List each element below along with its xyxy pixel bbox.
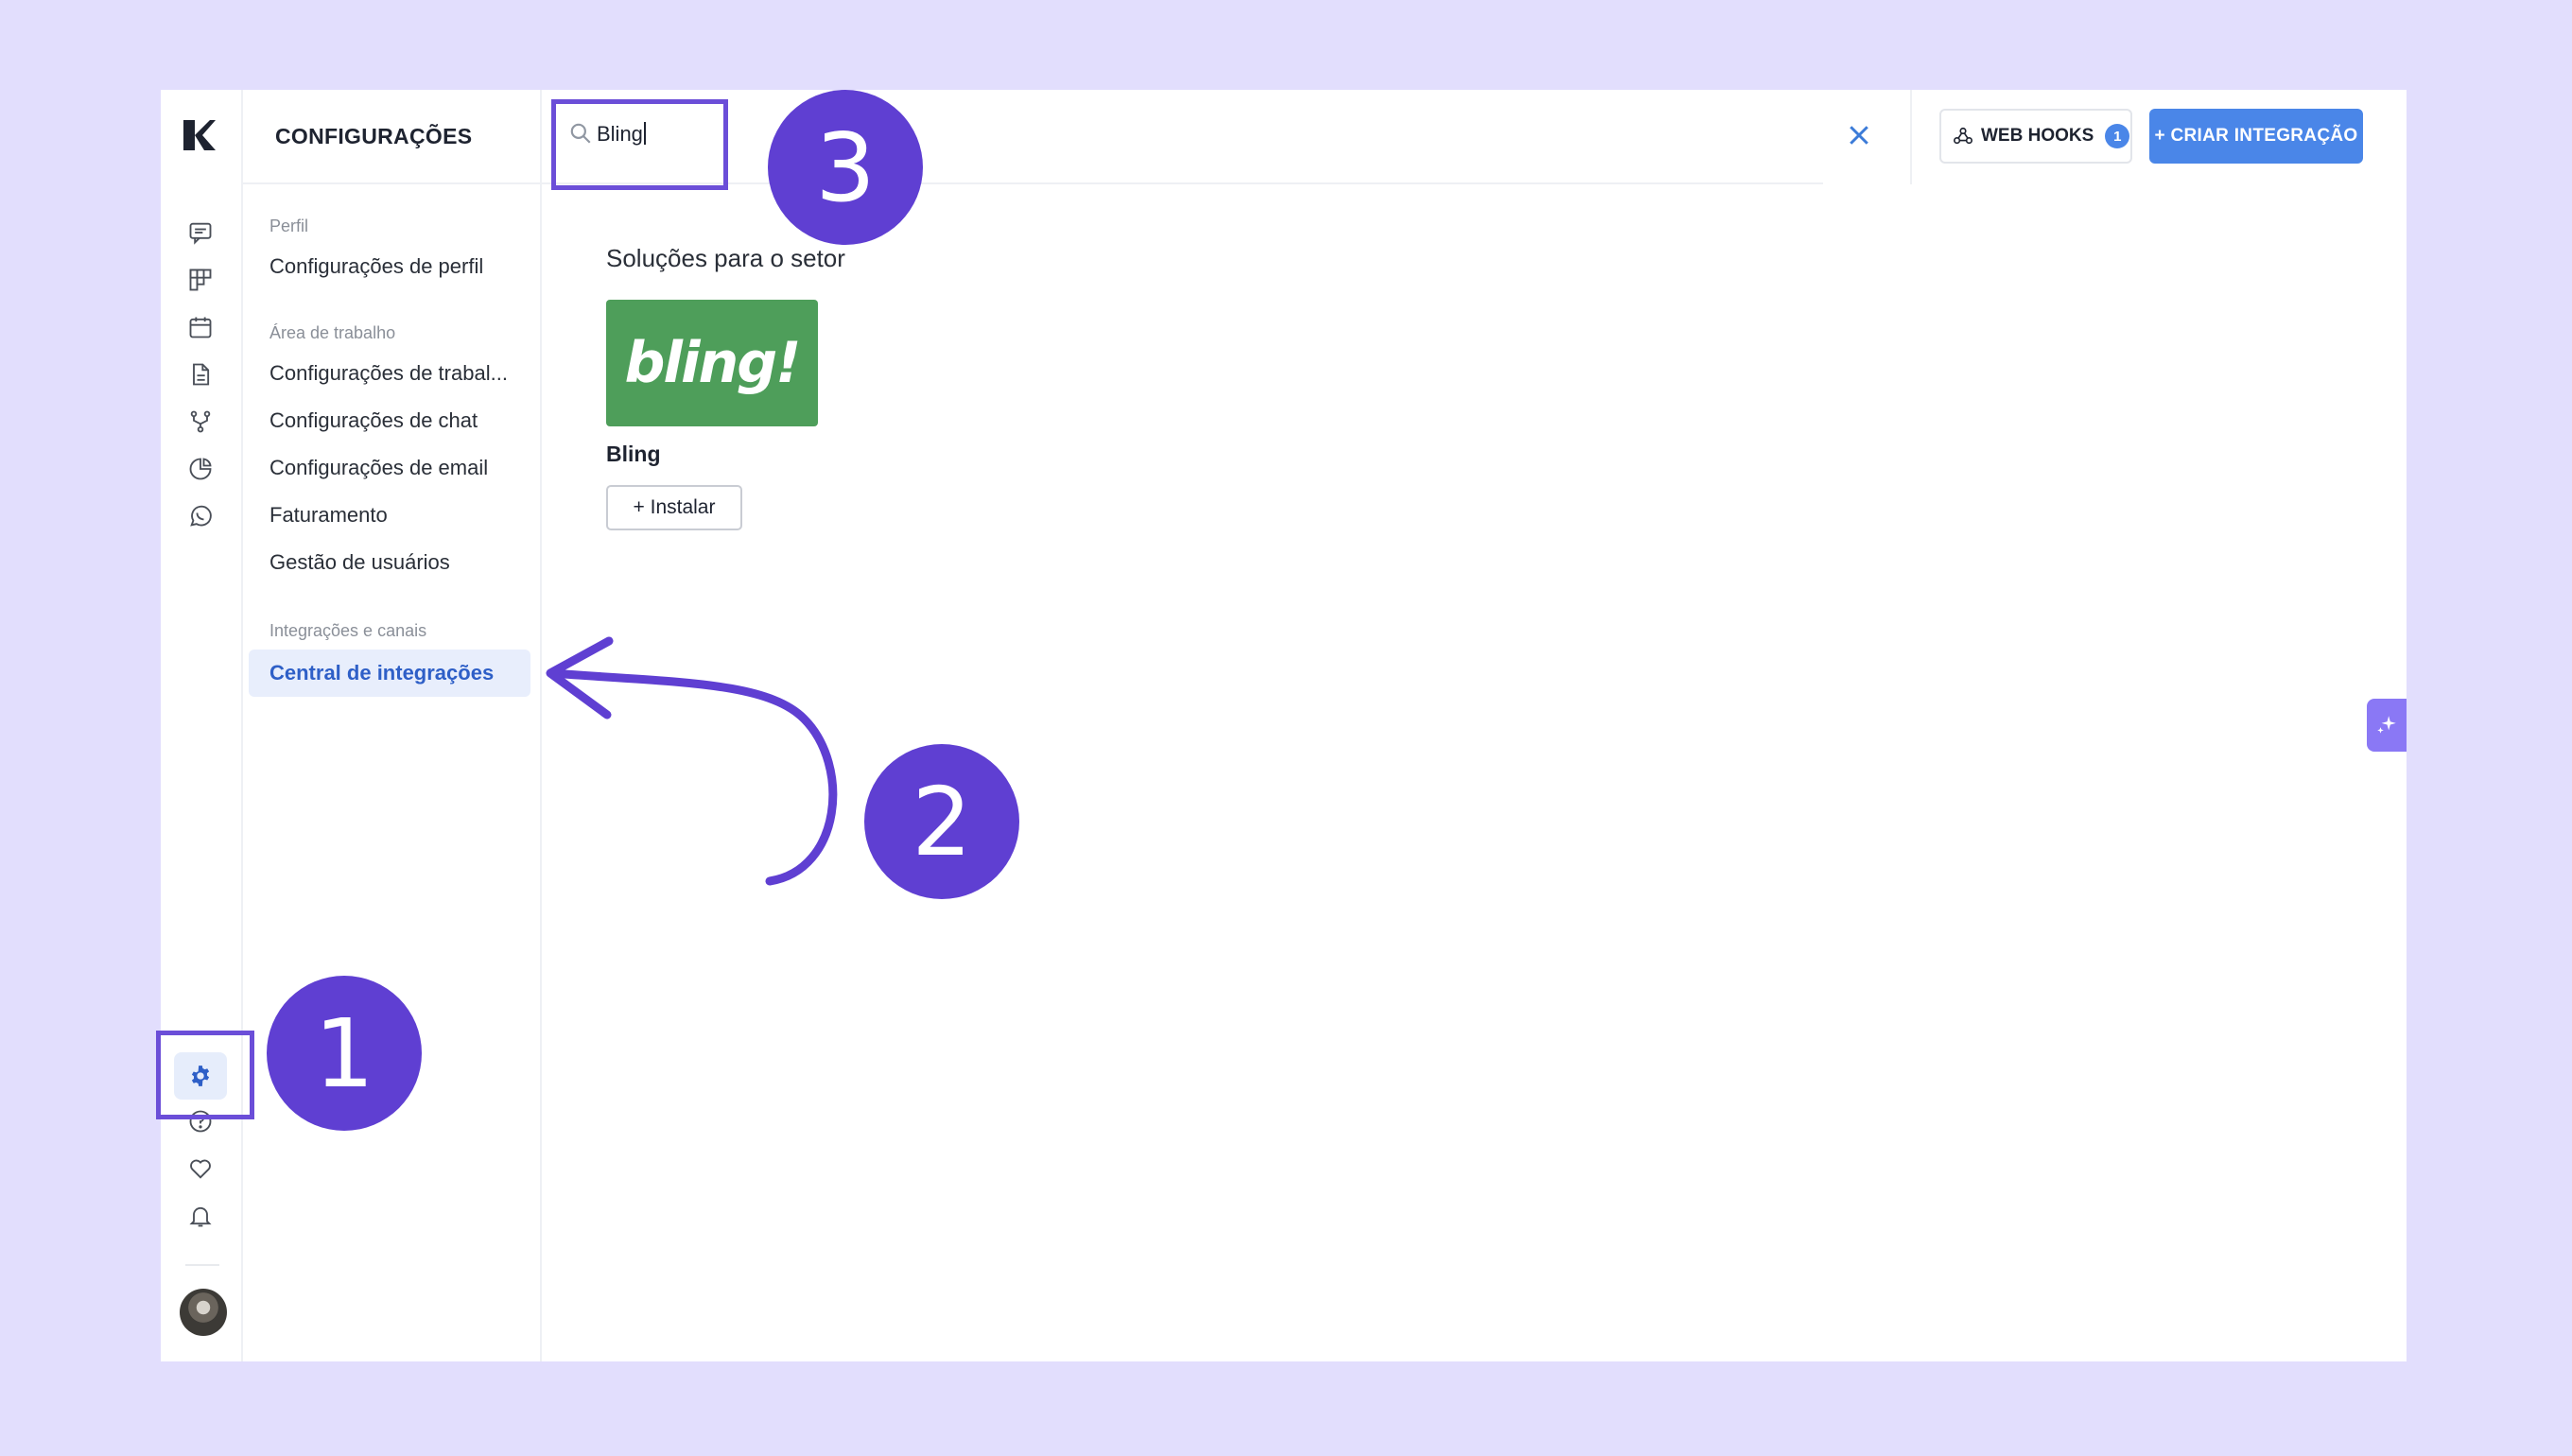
webhooks-count-badge: 1 <box>2105 124 2130 148</box>
search-bar: Bling <box>542 90 1868 184</box>
webhook-icon <box>1954 127 1972 145</box>
step-1-marker: 1 <box>267 976 422 1131</box>
section-heading: Soluções para o setor <box>606 244 845 272</box>
ai-assistant-button[interactable] <box>2367 699 2407 752</box>
bell-icon[interactable] <box>185 1201 216 1231</box>
toolbar-divider <box>1910 90 1912 184</box>
webhooks-button[interactable]: WEB HOOKS 1 <box>1939 109 2132 164</box>
kanban-icon[interactable] <box>185 265 216 295</box>
chat-icon[interactable] <box>185 217 216 248</box>
app-window: CONFIGURAÇÕES Perfil Configurações de pe… <box>161 90 2407 1361</box>
webhooks-label: WEB HOOKS <box>1981 126 2094 146</box>
settings-sidebar: CONFIGURAÇÕES Perfil Configurações de pe… <box>243 90 542 1361</box>
integration-name: Bling <box>606 442 661 466</box>
close-icon[interactable] <box>1845 121 1873 149</box>
nav-item-integrations-hub[interactable]: Central de integrações <box>249 650 530 697</box>
nav-item-chat-settings[interactable]: Configurações de chat <box>269 408 478 433</box>
pie-chart-icon[interactable] <box>185 454 216 484</box>
nav-item-workspace-settings[interactable]: Configurações de trabal... <box>269 361 508 386</box>
whatsapp-icon[interactable] <box>185 501 216 531</box>
bling-logo[interactable]: bling! <box>606 300 818 426</box>
calendar-icon[interactable] <box>185 312 216 342</box>
rail-divider <box>185 1264 219 1266</box>
settings-header: CONFIGURAÇÕES <box>243 90 540 184</box>
heart-icon[interactable] <box>185 1153 216 1184</box>
install-button[interactable]: + Instalar <box>606 485 742 530</box>
section-label-perfil: Perfil <box>269 217 309 235</box>
avatar[interactable] <box>180 1289 227 1336</box>
document-icon[interactable] <box>185 359 216 390</box>
nav-item-profile-settings[interactable]: Configurações de perfil <box>269 254 483 279</box>
settings-highlight <box>156 1031 254 1119</box>
install-label: + Instalar <box>633 496 716 518</box>
step-3-marker: 3 <box>768 90 923 245</box>
search-highlight <box>551 99 728 190</box>
create-integration-button[interactable]: + CRIAR INTEGRAÇÃO <box>2149 109 2363 164</box>
section-label-integrations: Integrações e canais <box>269 621 427 640</box>
bling-logo-text: bling! <box>624 330 801 396</box>
step-2-marker: 2 <box>864 744 1019 899</box>
nav-item-integrations-hub-label: Central de integrações <box>269 661 495 685</box>
create-integration-label: + CRIAR INTEGRAÇÃO <box>2154 126 2358 146</box>
flow-icon[interactable] <box>185 407 216 437</box>
settings-title: CONFIGURAÇÕES <box>275 123 473 148</box>
nav-item-billing[interactable]: Faturamento <box>269 503 388 528</box>
icon-rail <box>161 90 243 1361</box>
logo-icon[interactable] <box>182 118 217 152</box>
nav-item-user-management[interactable]: Gestão de usuários <box>269 550 450 575</box>
nav-item-email-settings[interactable]: Configurações de email <box>269 456 488 480</box>
arrow-annotation <box>546 636 838 886</box>
section-label-workspace: Área de trabalho <box>269 323 396 342</box>
sparkle-icon <box>2377 716 2396 734</box>
